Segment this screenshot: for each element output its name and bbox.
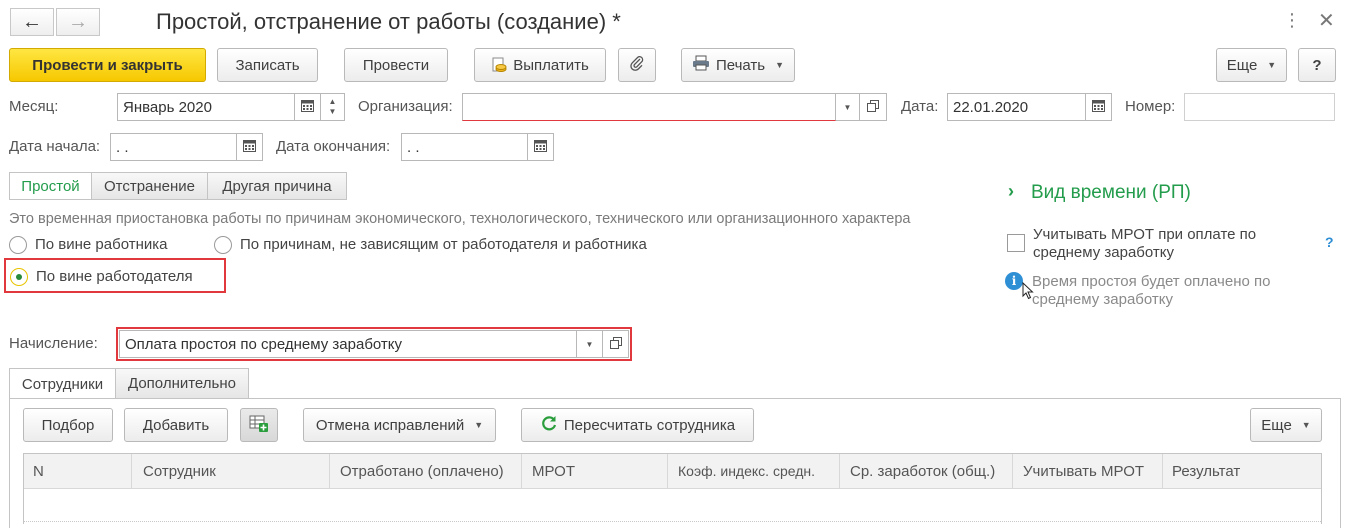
organization-label: Организация: bbox=[358, 98, 453, 115]
paperclip-icon bbox=[629, 55, 645, 75]
end-date-calendar-button[interactable] bbox=[528, 133, 554, 161]
column-header-index-coefficient[interactable]: Коэф. индекс. средн. bbox=[669, 454, 840, 488]
tab-suspension[interactable]: Отстранение bbox=[91, 172, 208, 200]
pay-button[interactable]: Выплатить bbox=[474, 48, 606, 82]
recalculate-employee-button[interactable]: Пересчитать сотрудника bbox=[521, 408, 754, 442]
organization-field[interactable] bbox=[462, 93, 836, 121]
column-header-worked[interactable]: Отработано (оплачено) bbox=[331, 454, 522, 488]
printer-icon bbox=[692, 55, 710, 75]
info-icon: i bbox=[1005, 272, 1023, 290]
end-date-label: Дата окончания: bbox=[276, 138, 391, 155]
arrow-right-icon: → bbox=[68, 10, 88, 33]
calendar-icon bbox=[301, 99, 314, 115]
table-add-icon bbox=[249, 414, 269, 436]
coins-icon bbox=[491, 57, 507, 73]
organization-open-button[interactable] bbox=[860, 93, 887, 121]
organization-dropdown-button[interactable]: ▼ bbox=[836, 93, 860, 121]
date-field[interactable]: 22.01.2020 bbox=[947, 93, 1086, 121]
post-button[interactable]: Провести bbox=[344, 48, 448, 82]
calendar-icon bbox=[243, 139, 256, 155]
add-row-icon-button[interactable] bbox=[240, 408, 278, 442]
caret-down-icon: ▼ bbox=[474, 420, 484, 430]
info-text: Время простоя будет оплачено по среднему… bbox=[1032, 273, 1271, 308]
start-date-calendar-button[interactable] bbox=[237, 133, 263, 161]
table-row-divider bbox=[24, 521, 1321, 522]
date-calendar-button[interactable] bbox=[1086, 93, 1112, 121]
radio-employee-fault-label: По вине работника bbox=[35, 236, 168, 253]
start-date-field[interactable]: . . bbox=[110, 133, 237, 161]
number-label: Номер: bbox=[1125, 98, 1176, 115]
tab-additional[interactable]: Дополнительно bbox=[115, 368, 249, 399]
tab-other-reason[interactable]: Другая причина bbox=[207, 172, 347, 200]
page-title: Простой, отстранение от работы (создание… bbox=[156, 9, 621, 34]
help-button[interactable]: ? bbox=[1298, 48, 1336, 82]
calendar-icon bbox=[534, 139, 547, 155]
forward-button[interactable]: → bbox=[56, 8, 100, 36]
more-vertical-icon[interactable]: ⋮ bbox=[1283, 10, 1301, 31]
add-button[interactable]: Добавить bbox=[124, 408, 228, 442]
radio-employee-fault[interactable] bbox=[9, 236, 27, 254]
post-and-close-button[interactable]: Провести и закрыть bbox=[9, 48, 206, 82]
date-label: Дата: bbox=[901, 98, 939, 115]
month-field[interactable]: Январь 2020 bbox=[117, 93, 295, 121]
column-header-employee[interactable]: Сотрудник bbox=[134, 454, 330, 488]
end-date-field[interactable]: . . bbox=[401, 133, 528, 161]
radio-independent-reasons[interactable] bbox=[214, 236, 232, 254]
radio-independent-reasons-label: По причинам, не зависящим от работодател… bbox=[240, 236, 647, 253]
mrot-checkbox-label: Учитывать МРОТ при оплате по среднему за… bbox=[1033, 226, 1257, 261]
highlight-accrual bbox=[116, 327, 632, 361]
calendar-button[interactable] bbox=[295, 93, 321, 121]
back-button[interactable]: ← bbox=[10, 8, 54, 36]
attach-button[interactable] bbox=[618, 48, 656, 82]
month-spinner[interactable]: ▲ ▼ bbox=[321, 93, 345, 121]
pick-button[interactable]: Подбор bbox=[23, 408, 113, 442]
column-header-n[interactable]: N bbox=[24, 454, 132, 488]
column-header-result[interactable]: Результат bbox=[1163, 454, 1321, 488]
mrot-checkbox[interactable] bbox=[1007, 234, 1025, 252]
spin-down-icon[interactable]: ▼ bbox=[329, 107, 337, 117]
time-type-link[interactable]: Вид времени (РП) bbox=[1031, 182, 1191, 204]
start-date-label: Дата начала: bbox=[9, 138, 101, 155]
downtime-description: Это временная приостановка работы по при… bbox=[9, 211, 911, 227]
caret-down-icon: ▼ bbox=[843, 102, 852, 112]
spin-up-icon[interactable]: ▲ bbox=[329, 97, 337, 107]
column-header-mrot[interactable]: МРОТ bbox=[523, 454, 668, 488]
arrow-left-icon: ← bbox=[22, 10, 42, 33]
close-icon[interactable]: ✕ bbox=[1318, 8, 1335, 33]
accrual-label: Начисление: bbox=[9, 335, 98, 352]
help-question-icon[interactable]: ? bbox=[1325, 234, 1334, 250]
number-field[interactable] bbox=[1184, 93, 1335, 121]
highlight-employer-fault bbox=[4, 258, 226, 293]
more-button[interactable]: Еще ▼ bbox=[1216, 48, 1287, 82]
chevron-right-icon[interactable]: › bbox=[1008, 181, 1014, 202]
column-header-use-mrot[interactable]: Учитывать МРОТ bbox=[1014, 454, 1163, 488]
cancel-corrections-button[interactable]: Отмена исправлений ▼ bbox=[303, 408, 496, 442]
save-button[interactable]: Записать bbox=[217, 48, 318, 82]
calendar-icon bbox=[1092, 99, 1105, 115]
month-label: Месяц: bbox=[9, 98, 59, 115]
column-header-avg-earnings[interactable]: Ср. заработок (общ.) bbox=[841, 454, 1013, 488]
open-window-icon bbox=[867, 99, 879, 115]
tab-employees[interactable]: Сотрудники bbox=[9, 368, 116, 399]
refresh-icon bbox=[540, 414, 558, 436]
table-more-button[interactable]: Еще ▼ bbox=[1250, 408, 1322, 442]
tab-downtime[interactable]: Простой bbox=[9, 172, 92, 200]
caret-down-icon: ▼ bbox=[775, 60, 785, 70]
print-button[interactable]: Печать ▼ bbox=[681, 48, 795, 82]
caret-down-icon: ▼ bbox=[1267, 60, 1277, 70]
caret-down-icon: ▼ bbox=[1301, 420, 1311, 430]
